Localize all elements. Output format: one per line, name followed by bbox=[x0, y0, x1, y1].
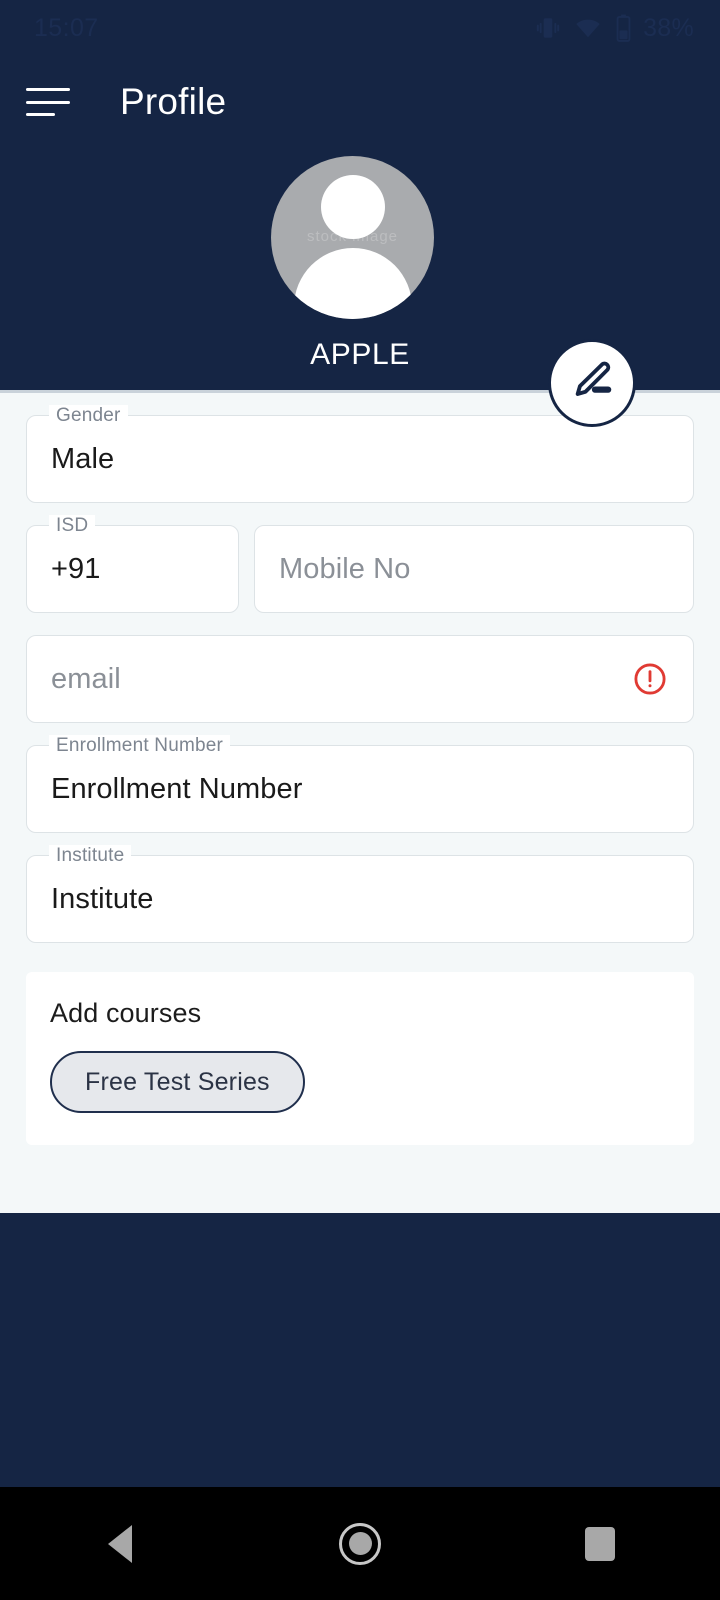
android-navigation-bar bbox=[0, 1487, 720, 1600]
course-chip-label: Free Test Series bbox=[85, 1067, 270, 1096]
hamburger-line-3 bbox=[26, 113, 55, 116]
email-field[interactable]: email bbox=[26, 635, 694, 723]
profile-form: Gender Male ISD +91 Mobile No email Enro… bbox=[0, 393, 720, 1213]
institute-field-value: Institute bbox=[51, 882, 154, 915]
hamburger-menu-icon[interactable] bbox=[26, 85, 70, 119]
error-exclamation-icon[interactable] bbox=[631, 660, 669, 698]
footer-area bbox=[0, 1213, 720, 1487]
vibrate-icon bbox=[535, 15, 561, 41]
avatar-head-shape bbox=[320, 175, 385, 239]
avatar-body-shape bbox=[293, 248, 412, 319]
back-triangle-icon bbox=[108, 1524, 132, 1563]
battery-percent-label: 38% bbox=[643, 13, 694, 42]
gender-field-label: Gender bbox=[49, 405, 128, 427]
status-bar-icons: 38% bbox=[535, 14, 694, 43]
battery-icon bbox=[615, 14, 632, 42]
recents-square-icon bbox=[585, 1526, 615, 1561]
enrollment-number-field-value: Enrollment Number bbox=[51, 772, 303, 805]
institute-field-label: Institute bbox=[49, 845, 132, 867]
enrollment-number-field-label: Enrollment Number bbox=[49, 735, 231, 757]
edit-profile-button[interactable] bbox=[548, 339, 636, 427]
add-courses-card: Add courses Free Test Series bbox=[26, 972, 694, 1145]
course-chip-list: Free Test Series bbox=[50, 1051, 670, 1113]
mobile-field[interactable]: Mobile No bbox=[254, 525, 694, 613]
nav-recents-button[interactable] bbox=[530, 1487, 670, 1600]
app-bar: Profile bbox=[0, 56, 720, 148]
home-circle-icon bbox=[339, 1522, 381, 1565]
isd-field-value: +91 bbox=[51, 552, 101, 585]
gender-field[interactable]: Gender Male bbox=[26, 405, 694, 503]
avatar[interactable]: stock image bbox=[271, 156, 434, 319]
phone-row: ISD +91 Mobile No bbox=[26, 515, 694, 613]
mobile-field-placeholder: Mobile No bbox=[279, 552, 411, 585]
nav-back-button[interactable] bbox=[50, 1487, 190, 1600]
institute-field[interactable]: Institute Institute bbox=[26, 845, 694, 943]
profile-screen: 15:07 38% Profile stock image APPLE Gend… bbox=[0, 0, 720, 1600]
status-bar: 15:07 38% bbox=[0, 0, 720, 56]
page-title: Profile bbox=[120, 81, 227, 122]
isd-field-label: ISD bbox=[49, 515, 96, 537]
nav-home-button[interactable] bbox=[290, 1487, 430, 1600]
enrollment-number-field[interactable]: Enrollment Number Enrollment Number bbox=[26, 735, 694, 833]
gender-field-value: Male bbox=[51, 442, 115, 475]
course-chip[interactable]: Free Test Series bbox=[50, 1051, 305, 1113]
add-courses-title: Add courses bbox=[50, 998, 202, 1028]
pencil-edit-icon bbox=[569, 358, 615, 409]
status-bar-clock: 15:07 bbox=[34, 13, 99, 42]
wifi-icon bbox=[574, 15, 602, 41]
hamburger-line-1 bbox=[26, 88, 70, 91]
email-field-placeholder: email bbox=[51, 662, 121, 695]
hamburger-line-2 bbox=[26, 100, 70, 104]
isd-field[interactable]: ISD +91 bbox=[26, 515, 239, 613]
